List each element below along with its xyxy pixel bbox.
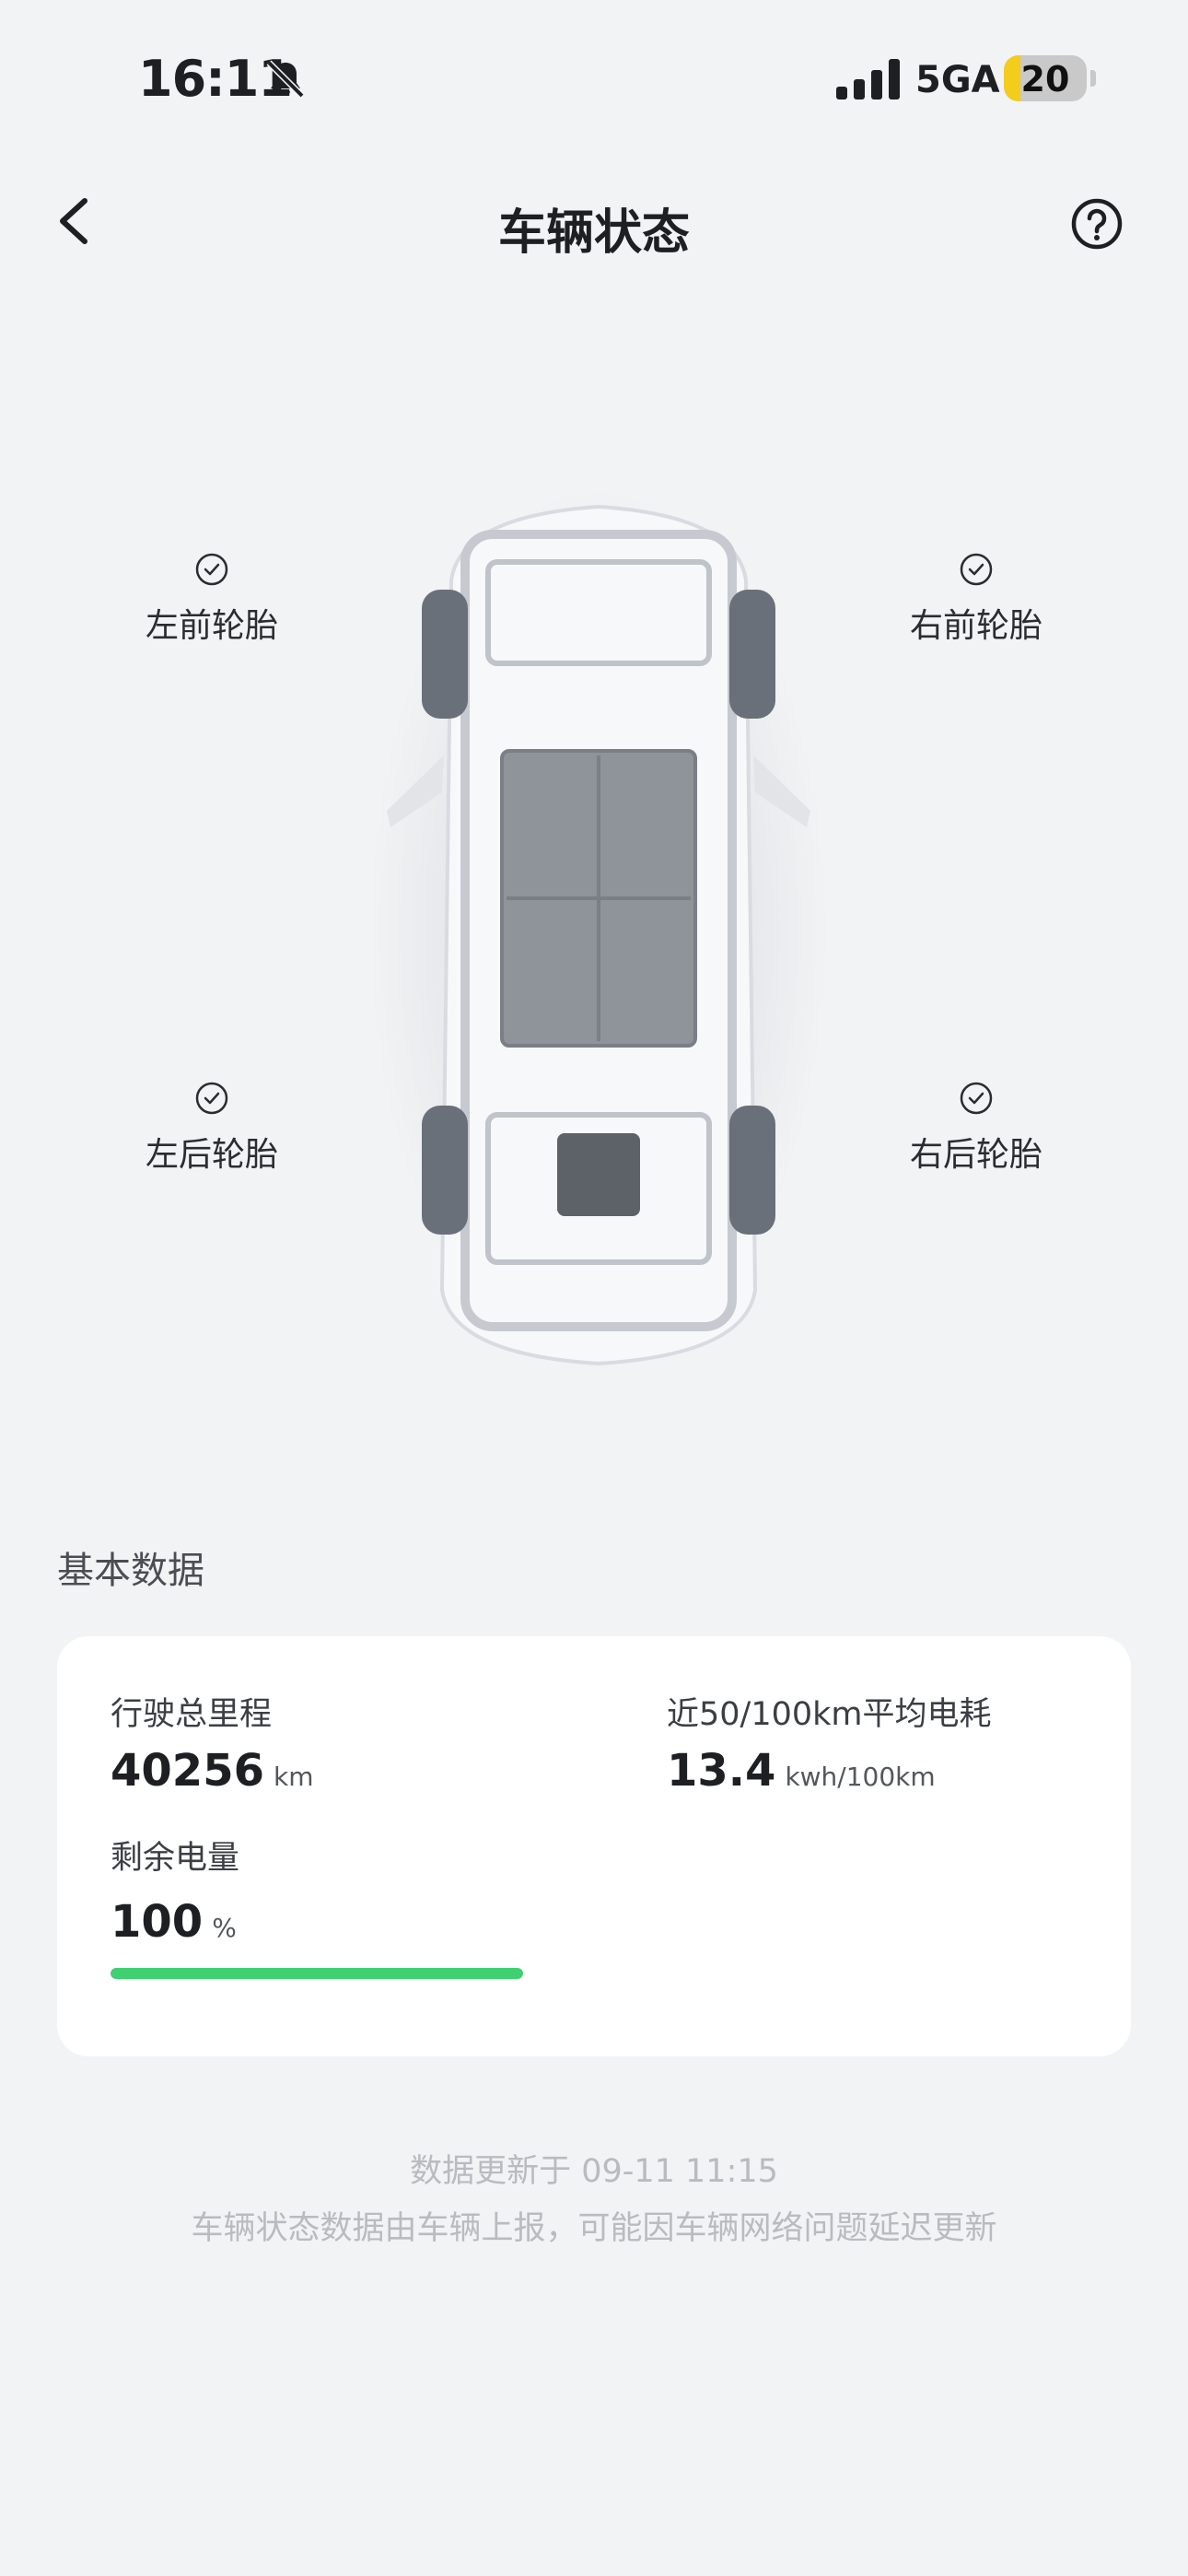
consumption-label: 近50/100km平均电耗 — [667, 1696, 992, 1733]
help-icon[interactable] — [1070, 197, 1124, 251]
battery-remaining-label: 剩余电量 — [111, 1840, 240, 1877]
battery-progress-fill — [111, 1968, 523, 1979]
tire-label: 左前轮胎 — [145, 607, 278, 645]
bell-muted-icon — [266, 60, 305, 99]
mileage-number: 40256 — [111, 1745, 264, 1797]
check-circle-icon — [960, 1082, 993, 1115]
consumption-number: 13.4 — [667, 1745, 776, 1797]
check-circle-icon — [195, 553, 228, 586]
battery-remaining-value: 100% — [111, 1896, 237, 1948]
page-title: 车辆状态 — [497, 205, 690, 261]
battery-remaining-unit: % — [212, 1913, 237, 1943]
consumption-value: 13.4 kwh/100km — [667, 1745, 936, 1797]
battery-remaining-number: 100 — [111, 1896, 204, 1948]
mileage-value: 40256 km — [111, 1745, 314, 1797]
tire-front-right: 右前轮胎 — [884, 551, 1068, 647]
status-bar: 16:11 5GA 20 — [0, 0, 1188, 157]
battery-icon: 20 — [1004, 55, 1087, 101]
tire-front-left: 左前轮胎 — [120, 551, 304, 647]
tire-label: 右前轮胎 — [909, 607, 1042, 645]
tire-rear-right: 右后轮胎 — [884, 1080, 1068, 1176]
tire-label: 右后轮胎 — [909, 1136, 1042, 1174]
tire-label: 左后轮胎 — [145, 1136, 278, 1174]
update-time-text: 数据更新于 09-11 11:15 — [410, 2153, 778, 2190]
tire-rear-left: 左后轮胎 — [120, 1080, 304, 1176]
check-circle-icon — [960, 553, 993, 586]
battery-percent-text: 20 — [1020, 59, 1070, 100]
mileage-label: 行驶总里程 — [111, 1696, 273, 1733]
car-chassis-illustration — [368, 488, 829, 1373]
network-type: 5GA — [915, 59, 1000, 101]
consumption-unit: kwh/100km — [785, 1762, 936, 1792]
basic-data-card: 行驶总里程 40256 km 近50/100km平均电耗 13.4 kwh/100k… — [57, 1636, 1131, 2056]
signal-icon — [836, 59, 900, 100]
battery-tip — [1090, 70, 1096, 87]
check-circle-icon — [195, 1082, 228, 1115]
battery-progress-bar — [111, 1968, 523, 1979]
section-title-basic-data: 基本数据 — [57, 1550, 204, 1592]
update-note-text: 车辆状态数据由车辆上报，可能因车辆网络问题延迟更新 — [191, 2210, 997, 2247]
mileage-unit: km — [274, 1762, 314, 1792]
